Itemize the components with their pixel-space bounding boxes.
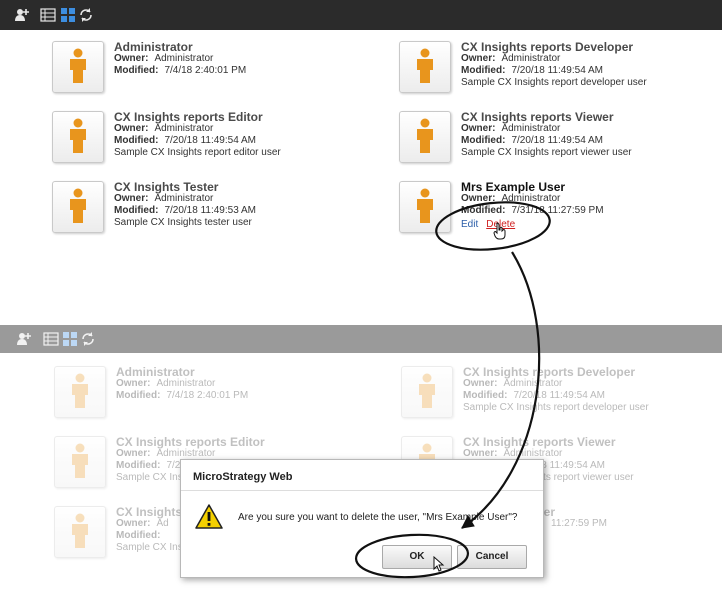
modified-value: 7/20/18 11:49:54 AM bbox=[511, 135, 603, 146]
owner-row: Owner: Administrator bbox=[461, 193, 722, 205]
edit-link[interactable]: Edit bbox=[461, 219, 478, 230]
modified-row: Modified: 7/20/18 11:49:54 AM bbox=[461, 65, 722, 77]
toolbar bbox=[0, 0, 722, 30]
user-icon bbox=[417, 118, 433, 153]
modified-row: Modified: 7/20/18 11:49:54 AM bbox=[114, 135, 384, 147]
user-card[interactable]: CX Insights reports Developer Owner: Admin… bbox=[399, 41, 722, 103]
user-card[interactable]: Mrs Example User Owner: Administrator Modif… bbox=[399, 181, 722, 243]
user-card[interactable]: CX Insights reports Editor Owner: Administ… bbox=[52, 111, 392, 173]
grid-view-icon[interactable] bbox=[60, 7, 76, 23]
owner-value: Administrator bbox=[501, 53, 561, 64]
user-thumbnail[interactable] bbox=[52, 41, 104, 93]
user-thumbnail[interactable] bbox=[399, 41, 451, 93]
modified-label: Modified: bbox=[114, 205, 159, 216]
user-name[interactable]: Mrs Example User bbox=[461, 181, 722, 193]
modified-row: Modified: 7/31/18 11:27:59 PM bbox=[461, 205, 722, 217]
user-info: CX Insights reports Developer Owner: Admin… bbox=[461, 41, 722, 89]
user-icon bbox=[70, 188, 86, 223]
owner-row: Owner: Administrator bbox=[114, 193, 384, 205]
user-thumbnail[interactable] bbox=[399, 111, 451, 163]
cancel-button[interactable]: Cancel bbox=[457, 545, 527, 569]
refresh-icon[interactable] bbox=[78, 7, 94, 23]
modified-label: Modified: bbox=[461, 135, 506, 146]
owner-value: Administrator bbox=[154, 193, 214, 204]
owner-value: Administrator bbox=[501, 193, 561, 204]
user-thumbnail[interactable] bbox=[52, 111, 104, 163]
list-view-icon[interactable] bbox=[43, 331, 59, 347]
owner-label: Owner: bbox=[114, 123, 149, 134]
modified-label: Modified: bbox=[114, 65, 159, 76]
modified-label: Modified: bbox=[461, 65, 506, 76]
user-name[interactable]: CX Insights reports Developer bbox=[461, 41, 722, 53]
toolbar bbox=[0, 325, 722, 353]
hand-cursor-icon bbox=[493, 222, 506, 240]
warning-icon bbox=[195, 504, 223, 529]
modified-value: 7/4/18 2:40:01 PM bbox=[164, 65, 247, 76]
dialog-divider bbox=[181, 490, 543, 491]
modified-row: Modified: 7/4/18 2:40:01 PM bbox=[114, 65, 384, 77]
user-icon bbox=[70, 48, 86, 83]
owner-label: Owner: bbox=[461, 193, 496, 204]
user-name[interactable]: CX Insights reports Editor bbox=[114, 111, 384, 123]
dialog-title: MicroStrategy Web bbox=[193, 471, 293, 483]
arrow-cursor-icon bbox=[433, 556, 445, 572]
owner-value: Administrator bbox=[154, 123, 214, 134]
user-icon bbox=[417, 188, 433, 223]
user-name[interactable]: CX Insights Tester bbox=[114, 181, 384, 193]
user-icon bbox=[70, 118, 86, 153]
owner-label: Owner: bbox=[114, 193, 149, 204]
owner-row: Owner: Administrator bbox=[114, 53, 384, 65]
owner-label: Owner: bbox=[461, 53, 496, 64]
user-icon bbox=[417, 48, 433, 83]
confirm-delete-dialog: MicroStrategy Web Are you sure you want … bbox=[180, 459, 544, 578]
user-card[interactable]: CX Insights Tester Owner: Administrator Mod… bbox=[52, 181, 392, 243]
owner-row: Owner: Administrator bbox=[461, 53, 722, 65]
modified-value: 7/31/18 11:27:59 PM bbox=[511, 205, 604, 216]
owner-value: Administrator bbox=[501, 123, 561, 134]
refresh-icon[interactable] bbox=[80, 331, 96, 347]
user-thumbnail[interactable] bbox=[399, 181, 451, 233]
user-name[interactable]: Administrator bbox=[114, 41, 384, 53]
add-user-icon[interactable] bbox=[14, 7, 30, 23]
user-info: CX Insights Tester Owner: Administrator Mod… bbox=[114, 181, 384, 229]
owner-row: Owner: Administrator bbox=[114, 123, 384, 135]
user-description: Sample CX Insights tester user bbox=[114, 217, 252, 228]
add-user-icon[interactable] bbox=[16, 331, 32, 347]
user-description: Sample CX Insights report viewer user bbox=[461, 147, 632, 158]
owner-row: Owner: Administrator bbox=[461, 123, 722, 135]
modified-value: 7/20/18 11:49:54 AM bbox=[511, 65, 603, 76]
grid-view-icon[interactable] bbox=[62, 331, 78, 347]
owner-label: Owner: bbox=[461, 123, 496, 134]
modified-row: Modified: 7/20/18 11:49:54 AM bbox=[461, 135, 722, 147]
modified-row: Modified: 7/20/18 11:49:53 AM bbox=[114, 205, 384, 217]
user-card[interactable]: CX Insights reports Viewer Owner: Administ… bbox=[399, 111, 722, 173]
user-info: CX Insights reports Editor Owner: Administ… bbox=[114, 111, 384, 159]
owner-label: Owner: bbox=[114, 53, 149, 64]
user-description: Sample CX Insights report developer user bbox=[461, 77, 647, 88]
user-manager-panel: Administrator Owner: Administrator Modified… bbox=[0, 0, 722, 300]
user-name[interactable]: CX Insights reports Viewer bbox=[461, 111, 722, 123]
modified-value: 7/20/18 11:49:53 AM bbox=[164, 205, 256, 216]
owner-value: Administrator bbox=[154, 53, 214, 64]
user-info: CX Insights reports Viewer Owner: Administ… bbox=[461, 111, 722, 159]
user-manager-panel-with-dialog: Administrator Owner: Administrator Modified… bbox=[0, 325, 722, 600]
modified-label: Modified: bbox=[114, 135, 159, 146]
user-thumbnail[interactable] bbox=[52, 181, 104, 233]
modified-value: 7/20/18 11:49:54 AM bbox=[164, 135, 256, 146]
user-card[interactable]: Administrator Owner: Administrator Modified… bbox=[52, 41, 392, 103]
list-view-icon[interactable] bbox=[40, 7, 56, 23]
user-info: Administrator Owner: Administrator Modified… bbox=[114, 41, 384, 77]
user-description: Sample CX Insights report editor user bbox=[114, 147, 281, 158]
modified-label: Modified: bbox=[461, 205, 506, 216]
dialog-message: Are you sure you want to delete the user… bbox=[238, 512, 518, 523]
